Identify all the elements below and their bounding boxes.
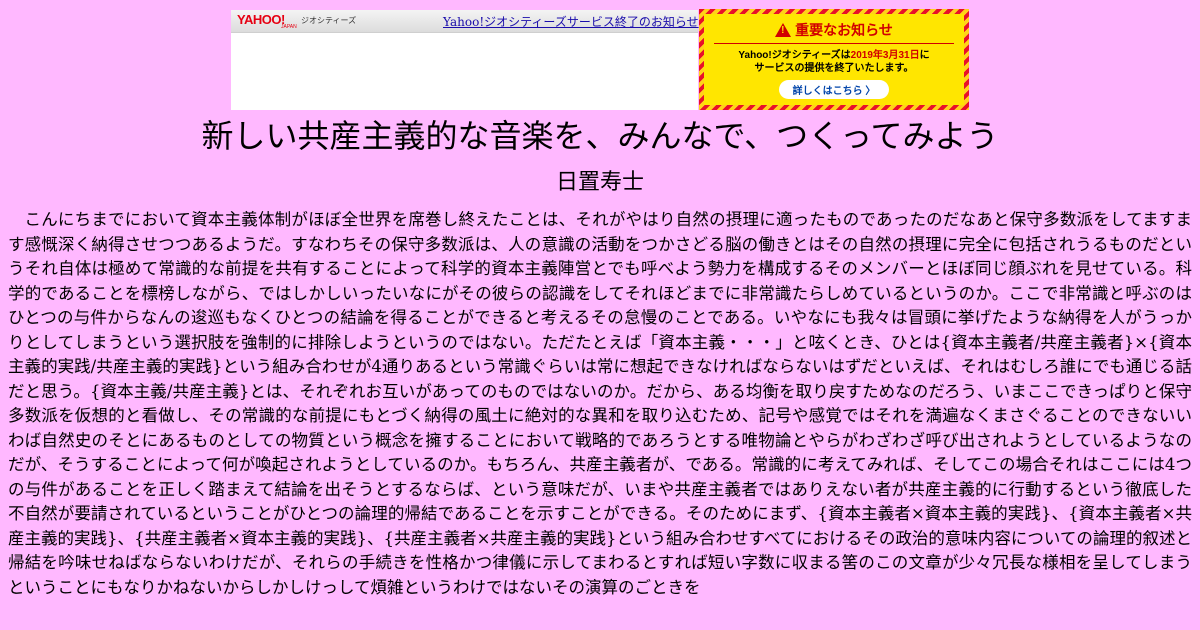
notice-line2: サービスの提供を終了いたします。 xyxy=(754,63,914,74)
geocities-service-name: ジオシティーズ xyxy=(301,16,357,25)
details-button[interactable]: 詳しくはこちら 〉 xyxy=(778,80,890,99)
important-notice-box[interactable]: 重要なお知らせ Yahoo!ジオシティーズは2019年3月31日に サービスの提… xyxy=(699,9,969,110)
yahoo-logo[interactable]: YAHOO! xyxy=(237,12,285,27)
notice-end-date: 2019年3月31日 xyxy=(850,50,920,61)
geocities-ad-frame: YAHOO! JAPAN ジオシティーズ Yahoo!ジオシティーズサービス終了… xyxy=(231,10,699,110)
important-notice-title-row: 重要なお知らせ xyxy=(714,14,954,44)
geocities-header-bar: YAHOO! JAPAN ジオシティーズ Yahoo!ジオシティーズサービス終了… xyxy=(231,10,699,33)
important-notice-body: Yahoo!ジオシティーズは2019年3月31日に サービスの提供を終了いたしま… xyxy=(704,49,964,75)
author-name: 日置寿士 xyxy=(555,170,644,195)
notice-line1-post: に xyxy=(919,50,930,61)
geocities-banner: YAHOO! JAPAN ジオシティーズ Yahoo!ジオシティーズサービス終了… xyxy=(0,0,1200,110)
page-title: 新しい共産主義的な音楽を、みんなで、つくってみよう xyxy=(201,117,999,155)
yahoo-logo-sub: JAPAN xyxy=(281,24,297,30)
important-notice-title: 重要なお知らせ xyxy=(795,22,893,38)
notice-line1-pre: Yahoo!ジオシティーズは xyxy=(738,50,851,61)
warning-icon xyxy=(775,23,792,37)
article-body: こんにちまでにおいて資本主義体制がほぼ全世界を席巻し終えたことは、それがやはり自… xyxy=(8,210,1192,597)
service-end-notice-link[interactable]: Yahoo!ジオシティーズサービス終了のお知らせ xyxy=(443,13,699,30)
important-notice-inner: 重要なお知らせ Yahoo!ジオシティーズは2019年3月31日に サービスの提… xyxy=(704,14,964,105)
